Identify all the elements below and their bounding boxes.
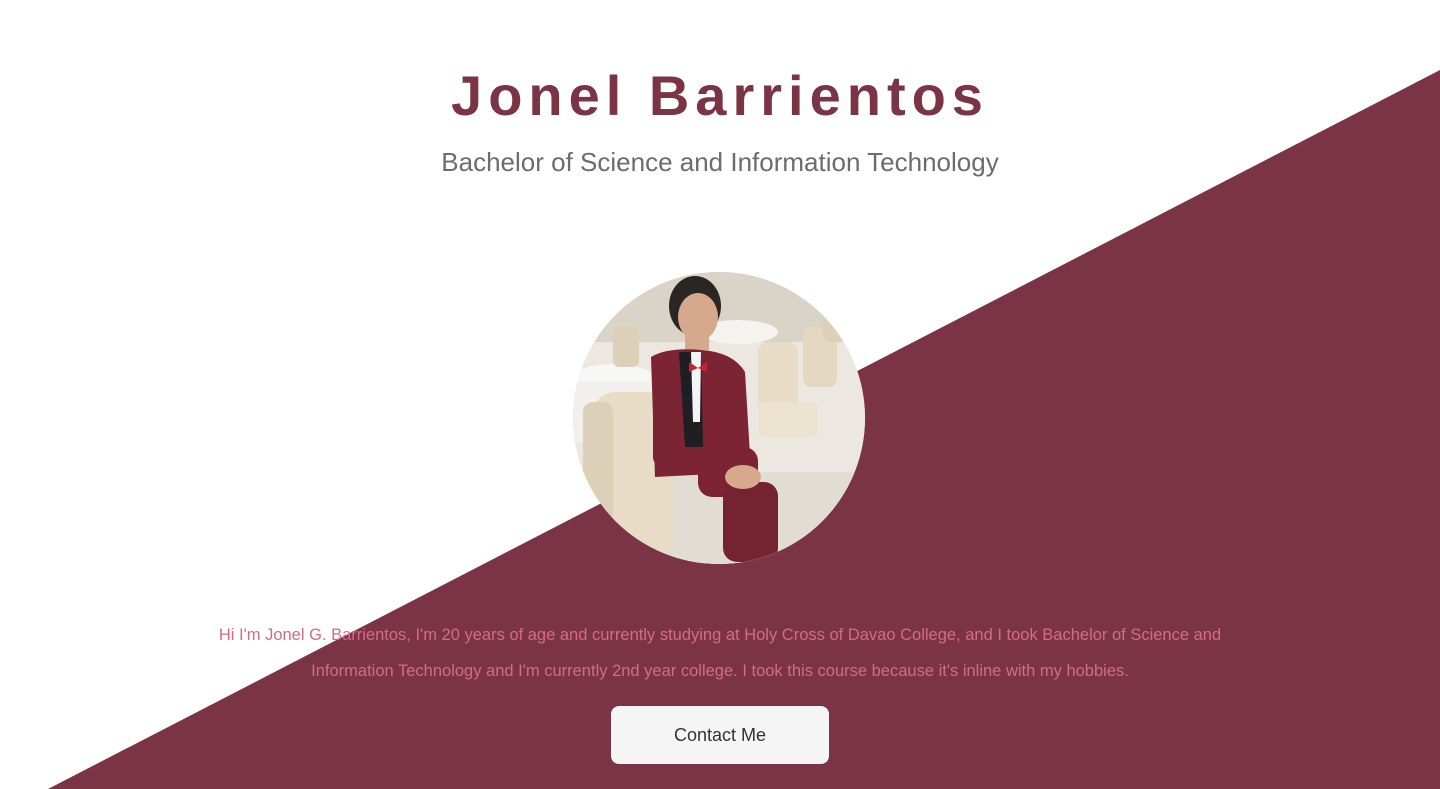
bio-paragraph: Hi I'm Jonel G. Barrientos, I'm 20 years… — [218, 626, 1222, 680]
degree-subtitle: Bachelor of Science and Information Tech… — [441, 147, 999, 177]
page-title: Jonel Barrientos — [451, 64, 989, 127]
profile-photo — [573, 272, 865, 564]
portfolio-page: Jonel Barrientos Bachelor of Science and… — [0, 0, 1440, 789]
hero-section: Jonel Barrientos Bachelor of Science and… — [0, 0, 1440, 789]
contact-me-button[interactable]: Contact Me — [611, 706, 829, 764]
avatar — [573, 272, 865, 564]
